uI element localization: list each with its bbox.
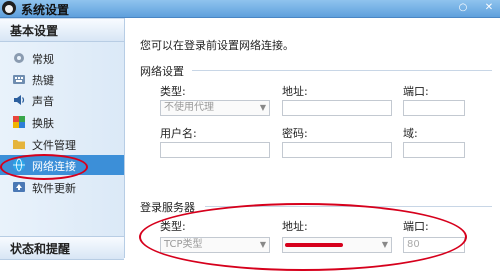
sidebar-item-label: 软件更新 [32, 182, 76, 195]
qq-penguin-icon [2, 1, 16, 15]
proxy-password-label: 密码: [282, 127, 308, 140]
close-icon[interactable]: ✕ [482, 1, 496, 14]
sidebar-item-label: 声音 [32, 95, 54, 108]
sidebar-item-hotkeys[interactable]: 热键 [0, 69, 124, 89]
proxy-domain-input[interactable] [403, 142, 465, 158]
proxy-port-input[interactable] [403, 100, 465, 116]
proxy-username-label: 用户名: [160, 127, 197, 140]
proxy-type-label: 类型: [160, 85, 186, 98]
section-divider [192, 70, 492, 71]
settings-panel: 您可以在登录前设置网络连接。 网络设置 类型: 地址: 端口: 不使用代理 ▼ … [125, 18, 500, 271]
sidebar-item-software-update[interactable]: 软件更新 [0, 177, 124, 197]
title-bar: 系统设置 ○ ✕ [0, 0, 500, 18]
sidebar-item-file-management[interactable]: 文件管理 [0, 134, 124, 154]
sidebar-group-basic[interactable]: 基本设置 [0, 18, 124, 42]
sidebar-group-status[interactable]: 状态和提醒 [0, 236, 124, 260]
update-icon [13, 182, 25, 192]
sidebar-item-label: 热键 [32, 74, 54, 87]
window-title: 系统设置 [21, 3, 70, 17]
sidebar-item-skin[interactable]: 换肤 [0, 112, 124, 132]
sidebar-item-general[interactable]: 常规 [0, 48, 124, 68]
sidebar: 基本设置 常规 热键 声音 换肤 文件管理 网络连接 软件更新 状态和提醒 [0, 18, 125, 260]
proxy-username-input[interactable] [160, 142, 270, 158]
proxy-domain-label: 域: [403, 127, 418, 140]
proxy-address-label: 地址: [282, 85, 308, 98]
sidebar-item-label: 文件管理 [32, 139, 76, 152]
proxy-address-input[interactable] [282, 100, 392, 116]
keyboard-icon [13, 75, 25, 84]
network-settings-title: 网络设置 [140, 65, 184, 78]
sidebar-item-label: 常规 [32, 53, 54, 66]
gear-icon [14, 53, 24, 63]
speaker-icon [14, 95, 25, 105]
intro-text: 您可以在登录前设置网络连接。 [140, 39, 294, 52]
proxy-type-value: 不使用代理 [164, 102, 214, 113]
palette-icon [13, 116, 25, 128]
folder-icon [13, 140, 25, 149]
annotation-circle-login-server [139, 203, 467, 271]
chevron-down-icon: ▼ [259, 103, 266, 112]
proxy-port-label: 端口: [403, 85, 429, 98]
minimize-icon[interactable]: ○ [456, 1, 470, 14]
sidebar-item-label: 换肤 [32, 117, 54, 130]
sidebar-item-sound[interactable]: 声音 [0, 90, 124, 110]
annotation-circle-network [0, 154, 88, 180]
proxy-password-input[interactable] [282, 142, 392, 158]
proxy-type-select[interactable]: 不使用代理 ▼ [160, 100, 270, 116]
